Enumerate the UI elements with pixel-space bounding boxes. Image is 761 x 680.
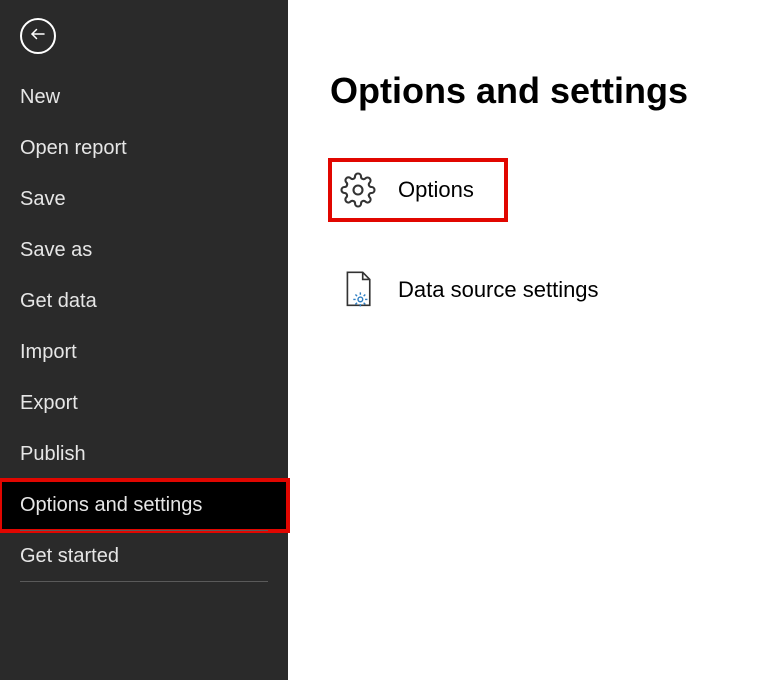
options-label: Options xyxy=(398,177,474,203)
menu-label: Get started xyxy=(20,545,119,567)
menu-label: Options and settings xyxy=(20,494,202,516)
menu-label: Save xyxy=(20,188,66,210)
data-source-settings-item[interactable]: Data source settings xyxy=(330,260,607,320)
file-menu-sidebar: New Open report Save Save as Get data Im… xyxy=(0,0,288,680)
menu-item-get-started[interactable]: Get started xyxy=(0,531,288,582)
menu-label: New xyxy=(20,86,60,108)
menu-item-new[interactable]: New xyxy=(0,72,288,123)
file-menu: New Open report Save Save as Get data Im… xyxy=(0,72,288,582)
menu-label: Save as xyxy=(20,239,92,261)
data-source-label: Data source settings xyxy=(398,277,599,303)
menu-item-export[interactable]: Export xyxy=(0,378,288,429)
options-and-settings-panel: Options and settings Options Data source… xyxy=(288,0,761,680)
back-button[interactable] xyxy=(20,18,56,54)
options-item[interactable]: Options xyxy=(330,160,506,220)
menu-item-save-as[interactable]: Save as xyxy=(0,225,288,276)
menu-item-get-data[interactable]: Get data xyxy=(0,276,288,327)
menu-item-publish[interactable]: Publish xyxy=(0,429,288,480)
menu-label: Get data xyxy=(20,290,97,312)
menu-label: Publish xyxy=(20,443,86,465)
menu-label: Export xyxy=(20,392,78,414)
menu-item-save[interactable]: Save xyxy=(0,174,288,225)
menu-item-options-and-settings[interactable]: Options and settings xyxy=(0,480,288,531)
gear-icon xyxy=(338,170,378,210)
file-gear-icon xyxy=(338,270,378,310)
app-layout: New Open report Save Save as Get data Im… xyxy=(0,0,761,680)
menu-label: Import xyxy=(20,341,77,363)
panel-title: Options and settings xyxy=(330,70,731,112)
menu-item-open-report[interactable]: Open report xyxy=(0,123,288,174)
menu-item-import[interactable]: Import xyxy=(0,327,288,378)
arrow-left-icon xyxy=(29,25,47,48)
menu-label: Open report xyxy=(20,137,127,159)
